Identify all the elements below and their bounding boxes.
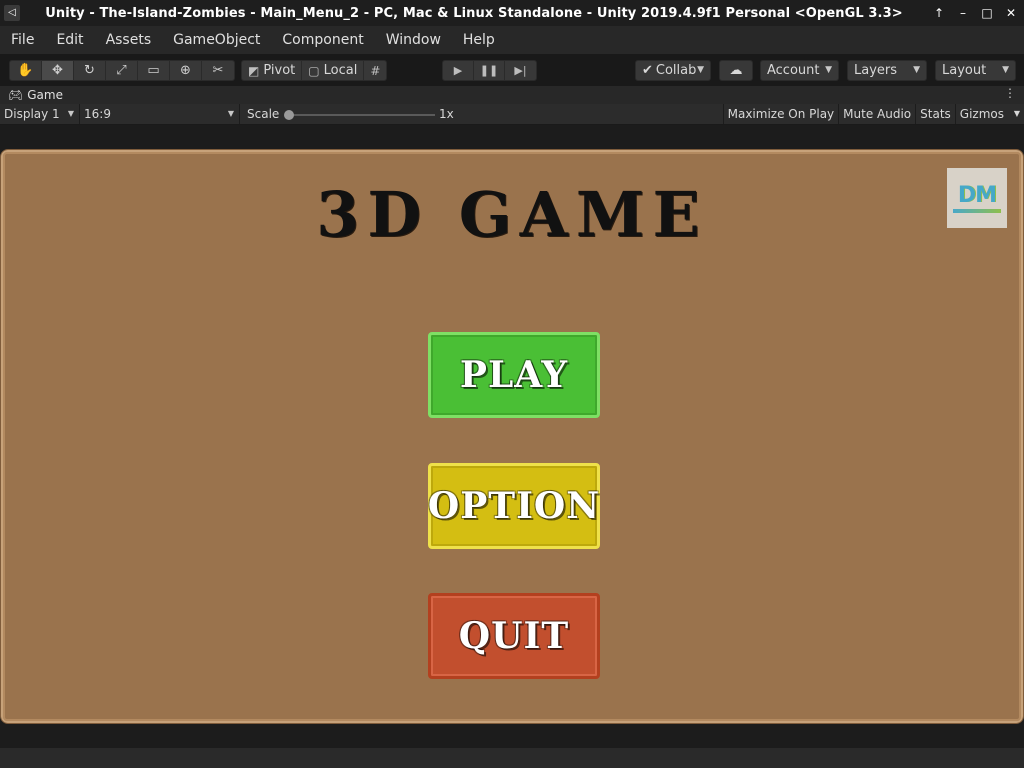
unity-icon: ◁	[4, 5, 20, 21]
step-icon[interactable]: ▶|	[505, 61, 536, 80]
option-button-label: OPTION	[427, 485, 601, 527]
cloud-icon: ☁	[729, 63, 743, 78]
logo-bar	[953, 209, 1001, 213]
chevron-down-icon: ▼	[825, 65, 832, 75]
play-button[interactable]: PLAY	[428, 332, 600, 418]
scale-tool-icon[interactable]: ⤢	[106, 61, 138, 80]
chevron-down-icon: ▼	[227, 109, 234, 118]
menu-file[interactable]: File	[0, 32, 45, 48]
stats-toggle[interactable]: Stats	[915, 104, 955, 124]
rect-tool-icon[interactable]: ▭	[138, 61, 170, 80]
menu-assets[interactable]: Assets	[95, 32, 163, 48]
display-dropdown[interactable]: Display 1 ▼	[0, 104, 80, 124]
play-controls: ▶ ❚❚ ▶|	[442, 60, 537, 81]
gamepad-icon: 🎮︎	[8, 88, 24, 102]
more-options-icon[interactable]: ⋮	[1004, 86, 1016, 100]
aspect-dropdown[interactable]: 16:9 ▼	[80, 104, 240, 124]
cube-icon: ▢	[308, 63, 320, 78]
window-up-icon[interactable]: ↑	[928, 3, 950, 23]
play-icon[interactable]: ▶	[443, 61, 474, 80]
layout-dropdown[interactable]: Layout ▼	[935, 60, 1016, 81]
gizmos-dropdown[interactable]: Gizmos ▼	[954, 104, 1024, 124]
gizmos-label: Gizmos	[959, 107, 1004, 121]
status-bar	[0, 748, 1024, 768]
menu-bar: File Edit Assets GameObject Component Wi…	[0, 26, 1024, 54]
play-button-label: PLAY	[459, 354, 569, 396]
window-title: Unity - The-Island-Zombies - Main_Menu_2…	[45, 5, 903, 21]
scale-label: Scale	[247, 107, 280, 121]
pivot-toggles: ◩ Pivot ▢ Local #	[241, 60, 388, 81]
collab-label: Collab	[655, 63, 697, 78]
window-maximize-icon[interactable]: □	[976, 3, 998, 23]
menu-window[interactable]: Window	[375, 32, 452, 48]
tab-game[interactable]: 🎮︎ Game	[0, 88, 63, 102]
layers-dropdown[interactable]: Layers ▼	[847, 60, 927, 81]
maximize-on-play-toggle[interactable]: Maximize On Play	[722, 104, 839, 124]
chevron-down-icon: ▼	[697, 65, 704, 75]
studio-logo: DM	[947, 168, 1007, 228]
transform-tools: ✋ ✥ ↻ ⤢ ▭ ⊕ ✂	[9, 60, 235, 81]
quit-button-label: QUIT	[458, 615, 570, 657]
menu-help[interactable]: Help	[452, 32, 506, 48]
scale-value: 1x	[439, 107, 454, 121]
game-toolbar-toggles: Maximize On Play Mute Audio Stats Gizmos…	[722, 104, 1024, 124]
chevron-down-icon: ▼	[1013, 109, 1020, 118]
custom-tool-icon[interactable]: ✂	[202, 61, 234, 80]
grid-icon: #	[370, 63, 381, 78]
scale-slider-thumb[interactable]	[284, 110, 294, 120]
pause-icon[interactable]: ❚❚	[474, 61, 505, 80]
scale-control: Scale 1x	[240, 104, 490, 124]
chevron-down-icon: ▼	[913, 65, 920, 75]
window-minimize-icon[interactable]: –	[952, 3, 974, 23]
account-dropdown[interactable]: Account ▼	[760, 60, 839, 81]
layers-label: Layers	[854, 63, 898, 78]
game-title: 3D GAME	[316, 178, 708, 251]
option-button[interactable]: OPTION	[428, 463, 600, 549]
mute-audio-toggle[interactable]: Mute Audio	[838, 104, 915, 124]
window-close-icon[interactable]: ✕	[1000, 3, 1022, 23]
pivot-button[interactable]: ◩ Pivot	[242, 61, 303, 80]
menu-component[interactable]: Component	[271, 32, 374, 48]
menu-panel: 3D GAME DM PLAY OPTION QUIT	[0, 149, 1024, 724]
logo-text: DM	[957, 183, 997, 208]
transform-tool-icon[interactable]: ⊕	[170, 61, 202, 80]
hand-tool-icon[interactable]: ✋	[10, 61, 42, 80]
game-tab-bar: 🎮︎ Game ⋮	[0, 86, 1024, 104]
quit-button[interactable]: QUIT	[428, 593, 600, 679]
collab-dropdown[interactable]: ✔ Collab ▼	[635, 60, 711, 81]
aspect-label: 16:9	[84, 107, 111, 121]
chevron-down-icon: ▼	[1002, 65, 1009, 75]
grid-snap-button[interactable]: #	[364, 61, 386, 80]
chevron-down-icon: ▼	[67, 109, 74, 118]
pivot-icon: ◩	[248, 63, 260, 78]
menu-edit[interactable]: Edit	[45, 32, 94, 48]
layout-label: Layout	[942, 63, 987, 78]
cloud-button[interactable]: ☁	[719, 60, 753, 81]
main-toolbar: ✋ ✥ ↻ ⤢ ▭ ⊕ ✂ ◩ Pivot ▢ Local # ▶ ❚❚ ▶| …	[0, 54, 1024, 86]
title-bar: ◁ Unity - The-Island-Zombies - Main_Menu…	[0, 0, 1024, 26]
rotate-tool-icon[interactable]: ↻	[74, 61, 106, 80]
menu-gameobject[interactable]: GameObject	[162, 32, 271, 48]
tab-game-label: Game	[27, 88, 63, 102]
local-label: Local	[323, 63, 358, 78]
move-tool-icon[interactable]: ✥	[42, 61, 74, 80]
display-label: Display 1	[4, 107, 60, 121]
scale-slider-track[interactable]	[287, 114, 435, 116]
account-label: Account	[767, 63, 820, 78]
pivot-label: Pivot	[263, 63, 296, 78]
game-toolbar: Display 1 ▼ 16:9 ▼ Scale 1x Maximize On …	[0, 104, 1024, 125]
local-button[interactable]: ▢ Local	[302, 61, 365, 80]
checkmark-icon: ✔	[642, 63, 653, 78]
game-view: 3D GAME DM PLAY OPTION QUIT	[0, 125, 1024, 748]
